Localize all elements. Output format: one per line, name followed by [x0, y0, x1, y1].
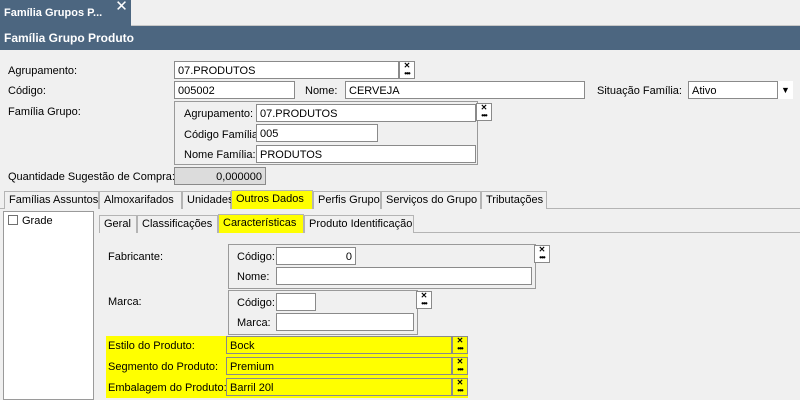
ellipsis-icon[interactable]: ••• — [417, 300, 431, 308]
close-icon[interactable]: ✕ — [112, 0, 131, 16]
fg-codigo-field[interactable]: 005 — [256, 124, 378, 142]
qtd-label: Quantidade Sugestão de Compra: — [8, 171, 175, 183]
fg-nome-field[interactable]: PRODUTOS — [256, 145, 476, 163]
familia-grupo-label: Família Grupo: — [8, 106, 81, 118]
fab-codigo-label: Código: — [237, 251, 275, 263]
tab-caracteristicas[interactable]: Características — [218, 214, 304, 233]
segmento-field[interactable]: Premium — [226, 357, 452, 375]
fg-agrupamento-label: Agrupamento: — [184, 108, 254, 120]
grade-label: Grade — [22, 215, 53, 227]
situacao-label: Situação Família: — [597, 85, 682, 97]
document-tab-label: Família Grupos P... — [4, 7, 103, 19]
fg-codigo-label: Código Família: — [184, 129, 262, 141]
marca-codigo-label: Código: — [237, 297, 275, 309]
ellipsis-icon[interactable]: ••• — [535, 254, 549, 262]
estilo-lookup-button[interactable]: ✕ ••• — [452, 336, 468, 354]
segmento-lookup-button[interactable]: ✕ ••• — [452, 357, 468, 375]
fabricante-label: Fabricante: — [108, 251, 164, 263]
fg-lookup-button[interactable]: ✕ ••• — [476, 103, 492, 121]
embalagem-lookup-button[interactable]: ✕ ••• — [452, 378, 468, 396]
tab-almoxarifados[interactable]: Almoxarifados — [99, 191, 182, 209]
tab-geral[interactable]: Geral — [99, 215, 137, 233]
ellipsis-icon[interactable]: ••• — [453, 387, 467, 395]
codigo-field[interactable]: 005002 — [174, 81, 295, 99]
chevron-down-icon[interactable]: ▼ — [777, 81, 793, 99]
agrupamento-field[interactable]: 07.PRODUTOS — [174, 61, 399, 79]
fab-codigo-field[interactable]: 0 — [276, 247, 356, 265]
qtd-field[interactable]: 0,000000 — [174, 167, 266, 185]
tab-classificacoes[interactable]: Classificações — [137, 215, 218, 233]
fab-nome-field[interactable] — [276, 267, 532, 285]
agrupamento-lookup-button[interactable]: ✕ ••• — [399, 61, 415, 79]
marca-lookup-button[interactable]: ✕ ••• — [416, 291, 432, 309]
tab-produto-identificacao[interactable]: Produto Identificação — [304, 215, 414, 233]
marca-marca-field[interactable] — [276, 313, 414, 331]
embalagem-field[interactable]: Barril 20l — [226, 378, 452, 396]
grade-list — [3, 211, 94, 400]
ellipsis-icon[interactable]: ••• — [477, 112, 491, 120]
agrupamento-label: Agrupamento: — [8, 65, 78, 77]
tab-perfis-grupo[interactable]: Perfis Grupo — [313, 191, 381, 209]
fg-agrupamento-field[interactable]: 07.PRODUTOS — [256, 104, 476, 122]
marca-marca-label: Marca: — [237, 317, 271, 329]
document-tab-strip — [131, 0, 800, 26]
fabricante-lookup-button[interactable]: ✕ ••• — [534, 245, 550, 263]
estilo-field[interactable]: Bock — [226, 336, 452, 354]
nome-label: Nome: — [305, 85, 338, 97]
estilo-label: Estilo do Produto: — [108, 340, 195, 352]
ellipsis-icon[interactable]: ••• — [453, 366, 467, 374]
tab-unidades[interactable]: Unidades — [182, 191, 233, 209]
fab-nome-label: Nome: — [237, 271, 270, 283]
ellipsis-icon[interactable]: ••• — [453, 345, 467, 353]
tab-familias-assuntos[interactable]: Famílias Assuntos — [4, 191, 99, 209]
tab-servicos-do-grupo[interactable]: Serviços do Grupo — [381, 191, 481, 209]
tab-outros-dados[interactable]: Outros Dados — [231, 190, 313, 209]
marca-label: Marca: — [108, 296, 142, 308]
grade-checkbox[interactable] — [8, 215, 18, 225]
tab-tributacoes[interactable]: Tributações — [481, 191, 547, 209]
fg-nome-label: Nome Família: — [184, 149, 256, 161]
situacao-value: Ativo — [692, 85, 717, 97]
ellipsis-icon[interactable]: ••• — [400, 70, 414, 78]
window-title: Família Grupo Produto — [0, 26, 800, 50]
marca-codigo-field[interactable] — [276, 293, 316, 311]
embalagem-label: Embalagem do Produto: — [108, 382, 227, 394]
segmento-label: Segmento do Produto: — [108, 361, 219, 373]
nome-field[interactable]: CERVEJA — [345, 81, 585, 99]
codigo-label: Código: — [8, 85, 46, 97]
